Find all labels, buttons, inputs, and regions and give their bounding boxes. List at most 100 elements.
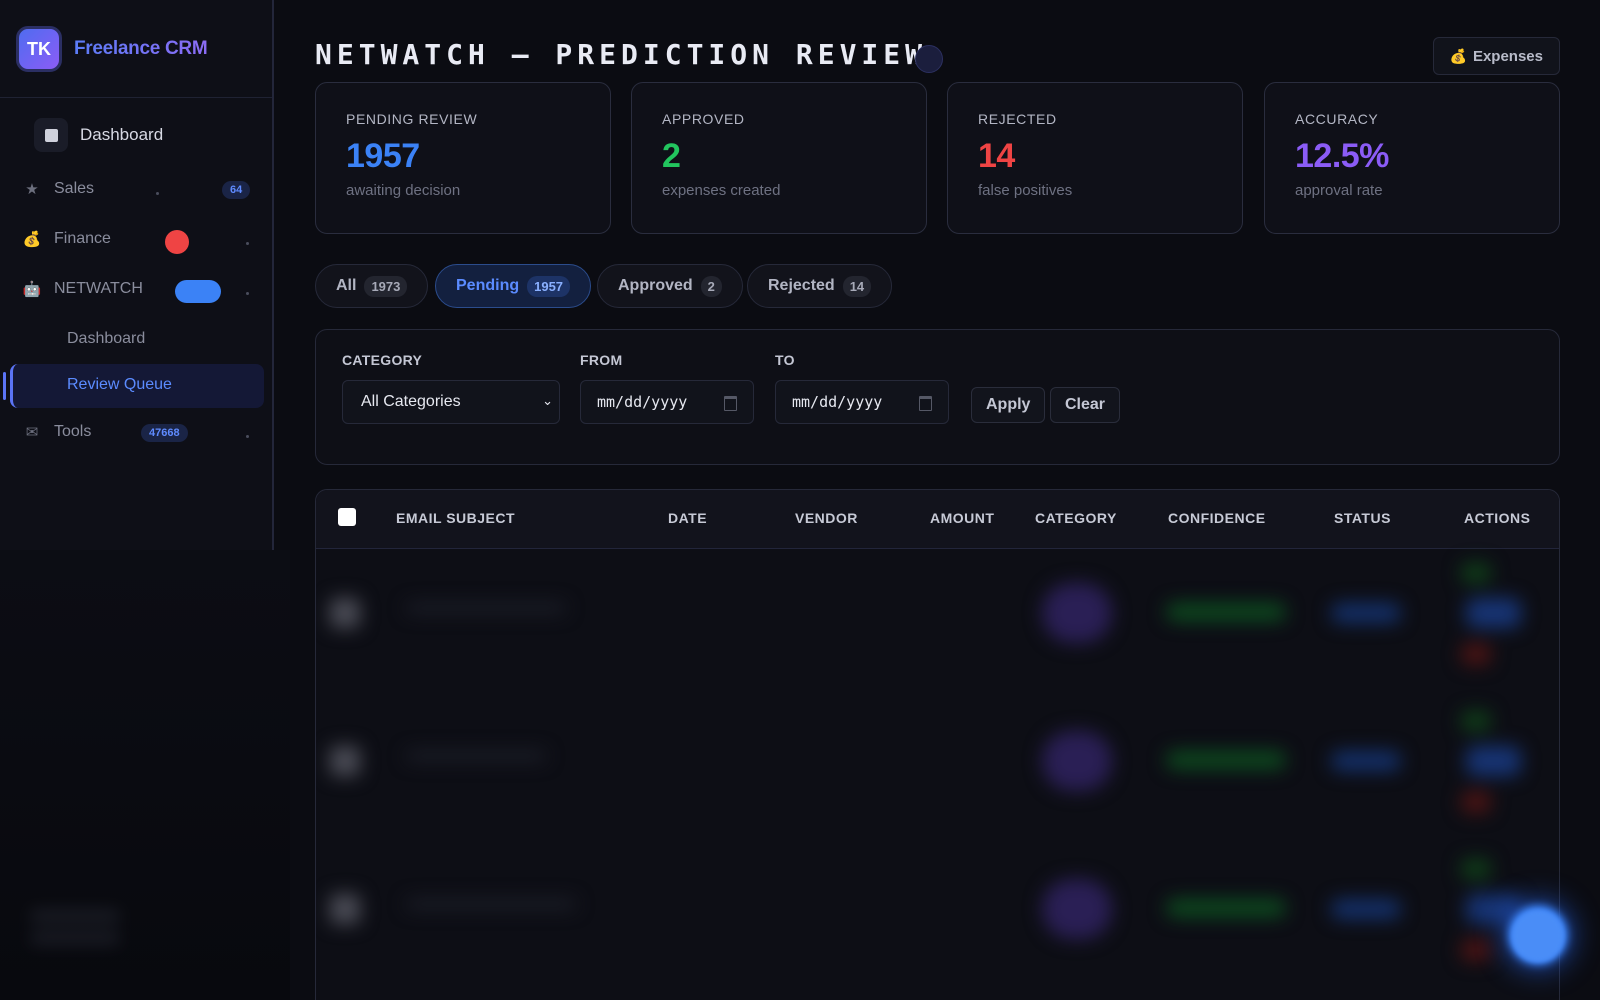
sidebar-item-netwatch[interactable]: 🤖 NETWATCH bbox=[22, 280, 143, 298]
chevron-icon[interactable] bbox=[246, 292, 249, 295]
money-bag-icon: 💰 bbox=[1449, 47, 1467, 64]
column-header[interactable]: VENDOR bbox=[795, 510, 858, 526]
brand[interactable]: TK Freelance CRM bbox=[16, 26, 208, 72]
tab-count: 2 bbox=[700, 275, 722, 297]
sidebar-item-tools[interactable]: ✉ Tools bbox=[22, 423, 92, 441]
sidebar-item-finance[interactable]: 💰 Finance bbox=[22, 230, 111, 248]
select-all-checkbox[interactable] bbox=[338, 508, 356, 526]
mail-icon: ✉ bbox=[25, 424, 39, 441]
star-icon: ★ bbox=[25, 181, 39, 198]
table-row[interactable] bbox=[316, 548, 1559, 696]
sidebar-item-label: NETWATCH bbox=[54, 280, 143, 297]
sidebar-item-label: Finance bbox=[54, 230, 111, 247]
reject-button[interactable] bbox=[1461, 939, 1491, 961]
category-filter-label: CATEGORY bbox=[342, 352, 423, 368]
tab-rejected[interactable]: Rejected 14 bbox=[747, 264, 893, 308]
category-select[interactable]: All Categories ⌄ bbox=[342, 380, 560, 424]
sidebar-item-dashboard[interactable]: Dashboard bbox=[34, 118, 163, 152]
page-title: NETWATCH — PREDICTION REVIEW bbox=[315, 38, 928, 71]
category-badge bbox=[1042, 583, 1112, 643]
status-indicator bbox=[915, 45, 943, 73]
sidebar-subitem-dashboard[interactable]: Dashboard bbox=[67, 330, 145, 348]
sidebar-subitem-review-queue[interactable]: Review Queue bbox=[10, 364, 264, 408]
stat-value: 14 bbox=[978, 137, 1015, 175]
expenses-button[interactable]: 💰 Expenses bbox=[1432, 37, 1560, 75]
row-checkbox[interactable] bbox=[330, 746, 360, 776]
sidebar-item-label: Dashboard bbox=[80, 125, 164, 144]
approve-button[interactable] bbox=[1461, 859, 1491, 879]
edit-button[interactable] bbox=[1466, 746, 1521, 776]
filter-panel: CATEGORY All Categories ⌄ FROM mm/dd/yyy… bbox=[315, 329, 1560, 465]
status-badge bbox=[1331, 603, 1401, 623]
confidence-bar bbox=[1166, 603, 1286, 621]
confidence-bar bbox=[1166, 899, 1286, 917]
stat-card-pending: PENDING REVIEW 1957 awaiting decision bbox=[315, 82, 611, 234]
column-header[interactable]: DATE bbox=[668, 510, 707, 526]
reject-button[interactable] bbox=[1461, 643, 1491, 665]
column-header[interactable]: EMAIL SUBJECT bbox=[396, 510, 515, 526]
clear-button[interactable]: Clear bbox=[1050, 387, 1121, 423]
predictions-table: EMAIL SUBJECT DATE VENDOR AMOUNT CATEGOR… bbox=[315, 489, 1560, 1000]
column-header[interactable]: STATUS bbox=[1334, 510, 1391, 526]
category-select-value: All Categories bbox=[361, 393, 461, 410]
row-checkbox[interactable] bbox=[330, 598, 360, 628]
tab-pending[interactable]: Pending 1957 bbox=[435, 264, 592, 308]
tab-count: 1957 bbox=[527, 275, 571, 297]
apply-button[interactable]: Apply bbox=[971, 387, 1046, 423]
stat-subtext: false positives bbox=[978, 182, 1073, 199]
sidebar-footer-blurred bbox=[30, 900, 230, 980]
category-badge bbox=[1042, 879, 1112, 939]
table-row[interactable] bbox=[316, 696, 1559, 844]
tab-count: 1973 bbox=[364, 275, 408, 297]
from-date-input[interactable]: mm/dd/yyyy bbox=[580, 380, 754, 424]
money-bag-icon: 💰 bbox=[22, 231, 42, 248]
table-row[interactable] bbox=[316, 844, 1559, 992]
sidebar-item-label: Tools bbox=[54, 423, 92, 440]
stat-label: PENDING REVIEW bbox=[346, 111, 478, 127]
category-badge bbox=[1042, 731, 1112, 791]
stat-label: REJECTED bbox=[978, 111, 1057, 127]
netwatch-toggle[interactable] bbox=[175, 280, 221, 303]
column-header[interactable]: CONFIDENCE bbox=[1168, 510, 1266, 526]
dashboard-icon bbox=[34, 118, 68, 152]
brand-avatar: TK bbox=[16, 26, 62, 72]
edit-button[interactable] bbox=[1466, 598, 1521, 628]
active-indicator bbox=[3, 372, 6, 400]
approve-button[interactable] bbox=[1461, 563, 1491, 583]
column-header[interactable]: CATEGORY bbox=[1035, 510, 1117, 526]
stat-value: 2 bbox=[662, 137, 681, 175]
chevron-icon[interactable] bbox=[246, 435, 249, 438]
status-badge bbox=[1331, 751, 1401, 771]
stat-label: ACCURACY bbox=[1295, 111, 1379, 127]
tab-all[interactable]: All 1973 bbox=[315, 264, 429, 308]
stat-label: APPROVED bbox=[662, 111, 745, 127]
tab-label: Rejected bbox=[768, 277, 835, 294]
stat-card-rejected: REJECTED 14 false positives bbox=[947, 82, 1243, 234]
approve-button[interactable] bbox=[1461, 711, 1491, 731]
tab-label: Pending bbox=[456, 277, 520, 294]
stat-card-accuracy: ACCURACY 12.5% approval rate bbox=[1264, 82, 1560, 234]
sidebar-divider bbox=[0, 97, 272, 98]
calendar-icon[interactable] bbox=[919, 396, 932, 411]
brand-name: Freelance CRM bbox=[74, 38, 208, 59]
row-checkbox[interactable] bbox=[330, 894, 360, 924]
to-date-label: TO bbox=[775, 352, 795, 368]
chevron-icon[interactable] bbox=[156, 192, 159, 195]
sidebar-item-sales[interactable]: ★ Sales bbox=[22, 180, 94, 198]
chevron-down-icon: ⌄ bbox=[542, 393, 553, 408]
stat-value: 1957 bbox=[346, 137, 420, 175]
from-date-label: FROM bbox=[580, 352, 623, 368]
reject-button[interactable] bbox=[1461, 791, 1491, 813]
stat-card-approved: APPROVED 2 expenses created bbox=[631, 82, 927, 234]
column-header[interactable]: AMOUNT bbox=[930, 510, 994, 526]
to-date-input[interactable]: mm/dd/yyyy bbox=[775, 380, 949, 424]
calendar-icon[interactable] bbox=[724, 396, 737, 411]
expenses-button-label: Expenses bbox=[1472, 47, 1543, 65]
tools-count-badge: 47668 bbox=[141, 424, 188, 442]
tab-approved[interactable]: Approved 2 bbox=[597, 264, 743, 308]
main-content: NETWATCH — PREDICTION REVIEW 💰 Expenses … bbox=[315, 0, 1560, 1000]
column-header[interactable]: ACTIONS bbox=[1464, 510, 1531, 526]
table-header: EMAIL SUBJECT DATE VENDOR AMOUNT CATEGOR… bbox=[316, 490, 1559, 549]
chevron-icon[interactable] bbox=[246, 242, 249, 245]
confidence-bar bbox=[1166, 751, 1286, 769]
